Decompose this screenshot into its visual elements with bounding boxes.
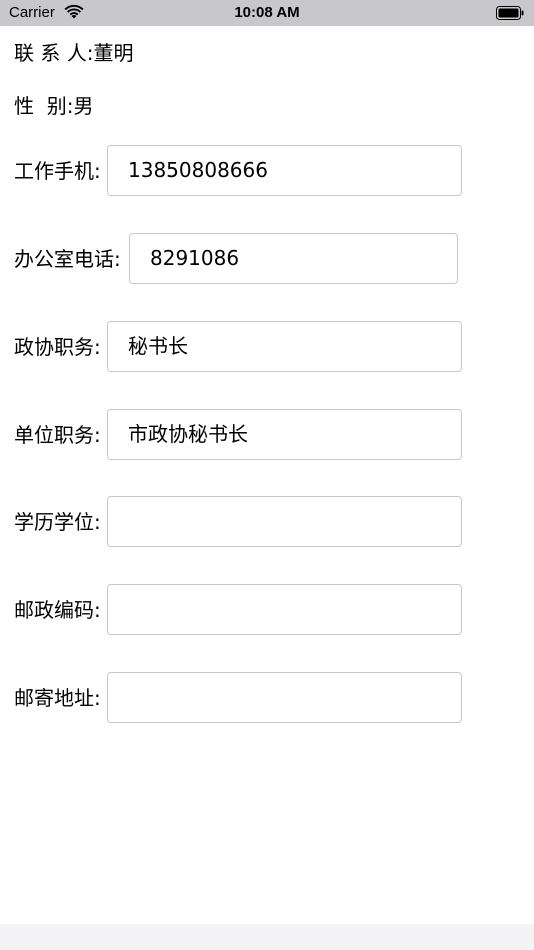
cppcc-position-input[interactable]: 秘书长 <box>107 321 462 372</box>
bottom-bar <box>0 924 534 950</box>
postal-code-input[interactable] <box>107 584 462 635</box>
status-bar: Carrier 10:08 AM <box>0 0 534 26</box>
contact-name-label: 联 系 人: <box>14 41 94 65</box>
battery-icon <box>496 6 524 20</box>
office-phone-input[interactable]: 8291086 <box>129 233 458 284</box>
page: Carrier 10:08 AM 联 系 人:董明 性 别:男 工作手机: 13… <box>0 0 534 950</box>
office-phone-label: 办公室电话: <box>14 247 121 271</box>
contact-name-row: 联 系 人:董明 <box>14 40 133 66</box>
mailing-address-label: 邮寄地址: <box>14 686 101 710</box>
gender-label: 性 别: <box>14 94 74 118</box>
gender-value: 男 <box>73 94 94 118</box>
clock-time: 10:08 AM <box>234 4 300 21</box>
work-phone-label: 工作手机: <box>14 159 101 183</box>
mailing-address-input[interactable] <box>107 672 462 723</box>
postal-code-label: 邮政编码: <box>14 598 101 622</box>
cppcc-position-label: 政协职务: <box>14 335 101 359</box>
education-label: 学历学位: <box>14 510 101 534</box>
unit-position-input[interactable]: 市政协秘书长 <box>107 409 462 460</box>
work-phone-input[interactable]: 13850808666 <box>107 145 462 196</box>
contact-name-value: 董明 <box>93 41 134 65</box>
education-input[interactable] <box>107 496 462 547</box>
unit-position-label: 单位职务: <box>14 423 101 447</box>
gender-row: 性 别:男 <box>14 93 93 119</box>
